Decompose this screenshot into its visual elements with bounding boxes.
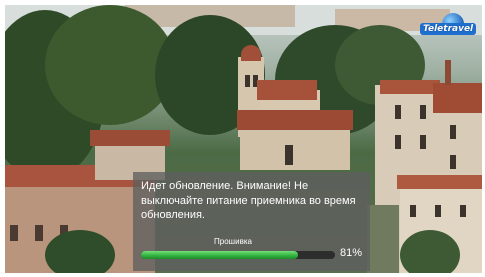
tv-screen: Teletravel Идет обновление. Внимание! Не… (5, 5, 482, 273)
channel-logo-text: Teletravel (420, 23, 477, 35)
update-dialog: Идет обновление. Внимание! Не выключайте… (133, 172, 370, 271)
progress-percent: 81% (340, 247, 363, 259)
progress-bar-fill (141, 251, 299, 259)
teletravel-logo: Teletravel (420, 13, 477, 41)
progress-bar (141, 251, 335, 259)
progress-label: Прошивка (214, 237, 252, 246)
update-message: Идет обновление. Внимание! Не выключайте… (141, 180, 356, 221)
